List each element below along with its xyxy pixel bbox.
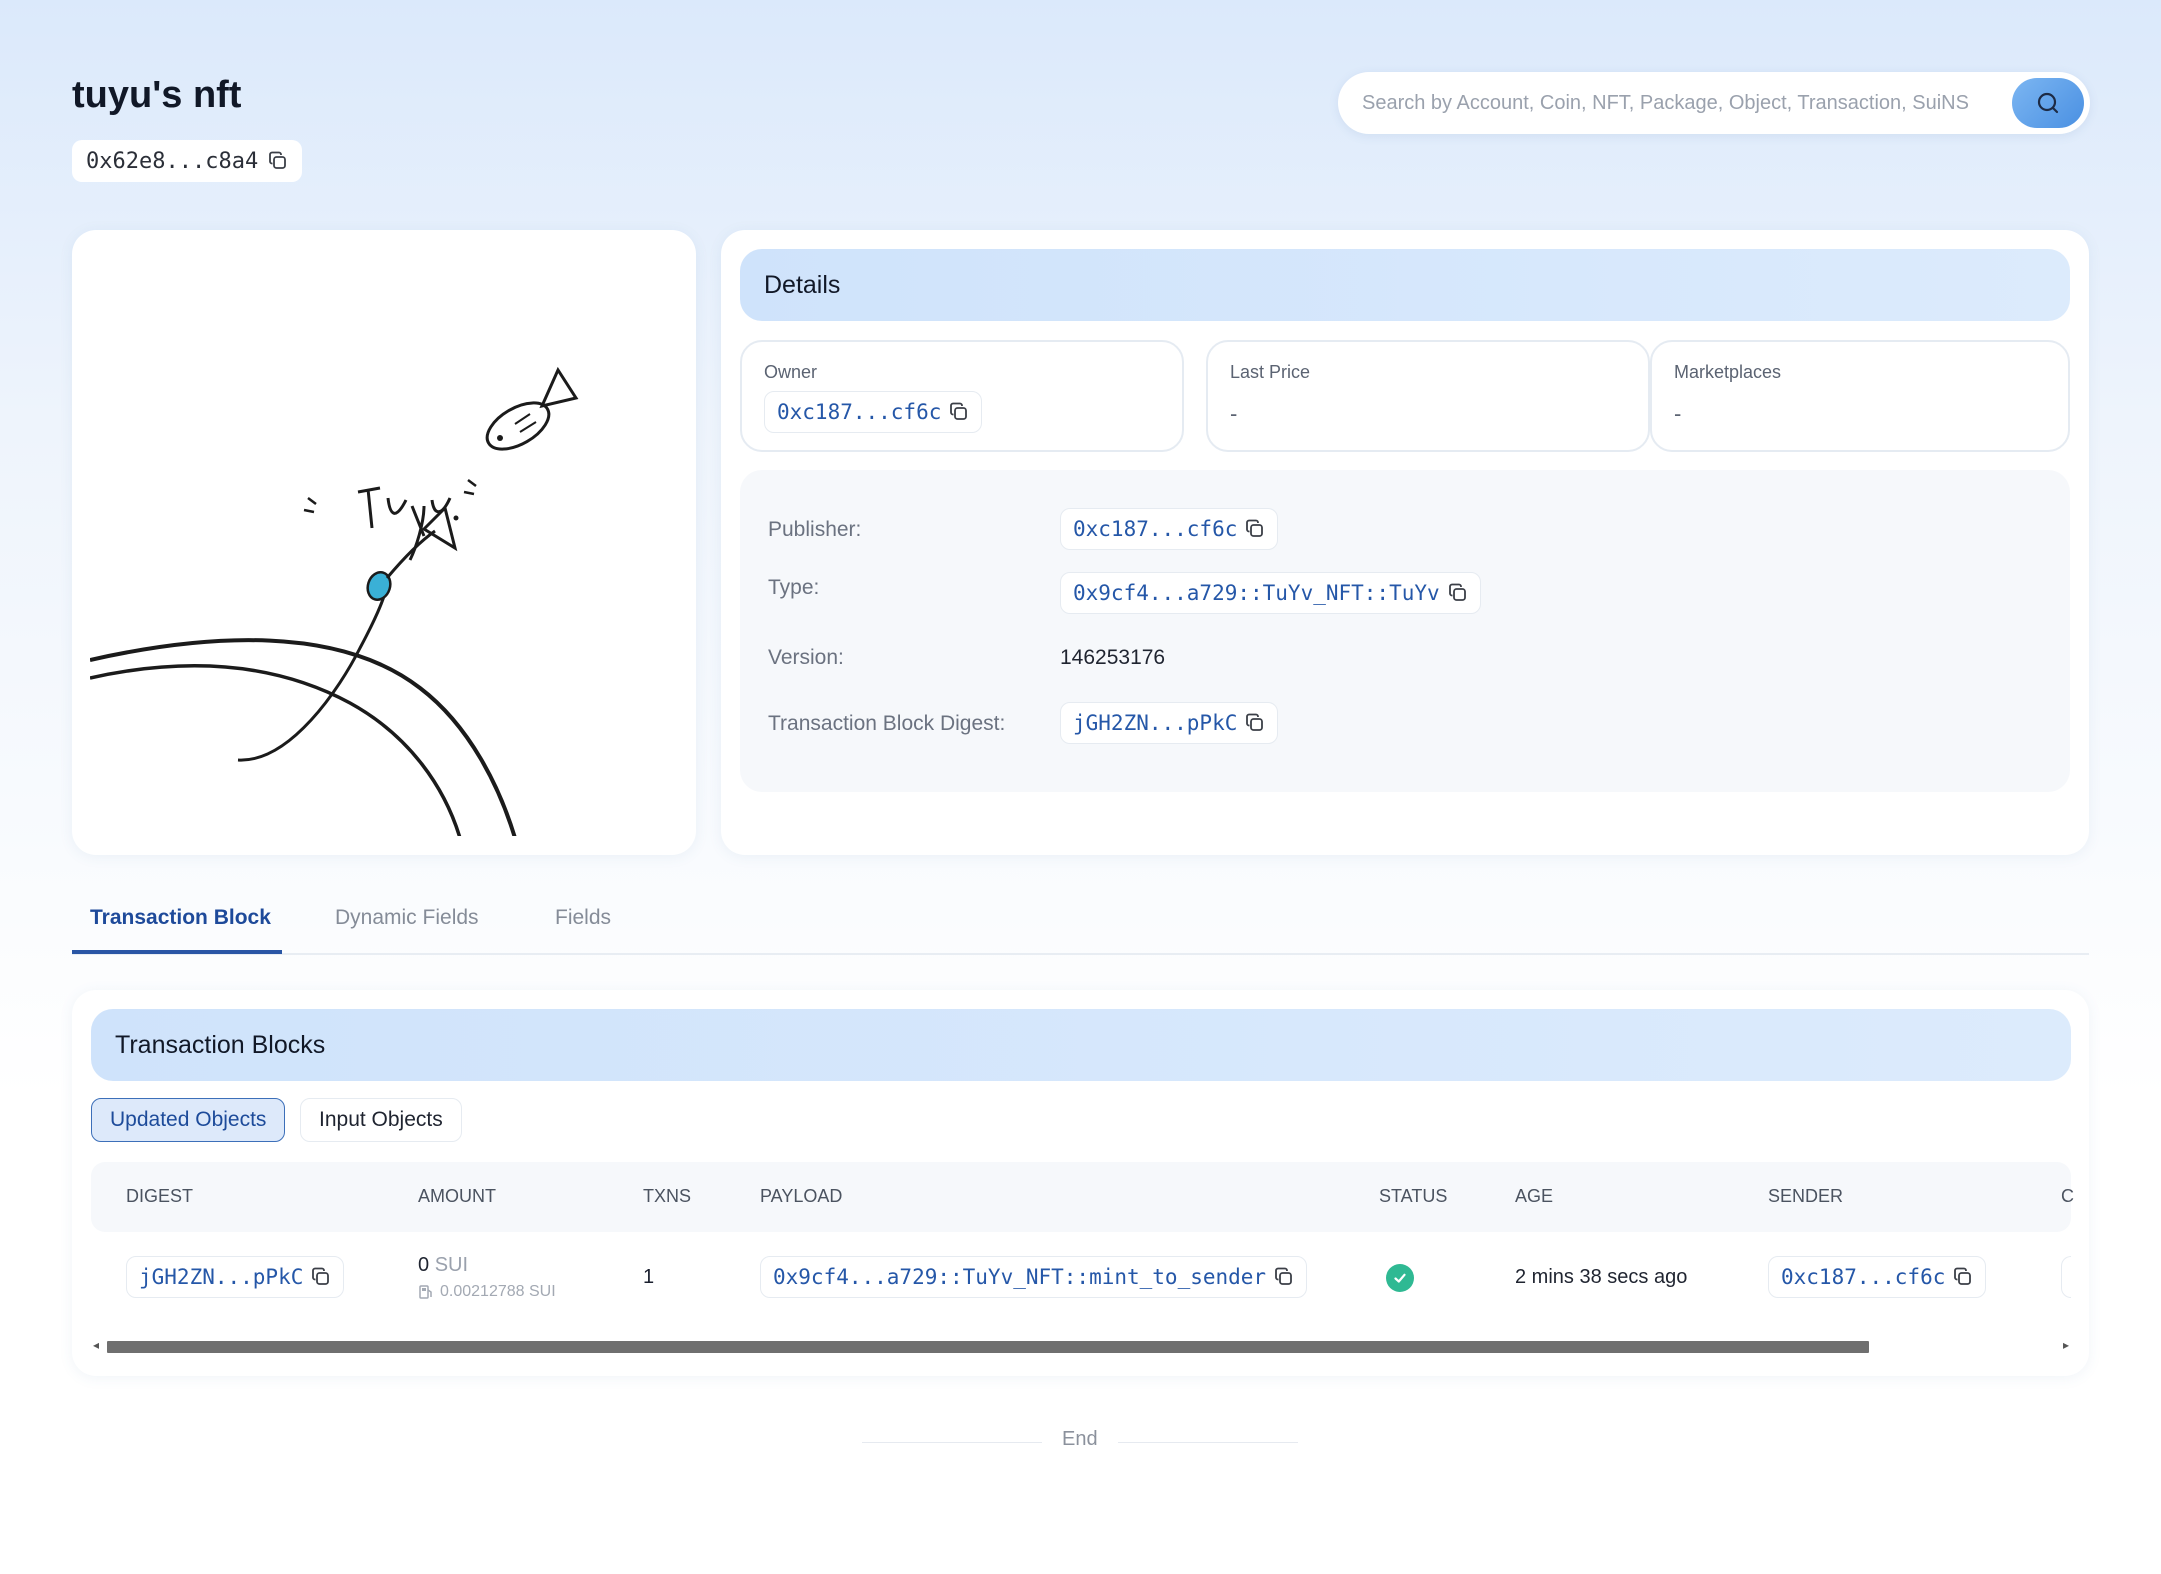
active-tab-indicator: [72, 950, 282, 954]
column-header-payload: PAYLOAD: [760, 1186, 843, 1206]
column-header-txns: TXNS: [643, 1186, 692, 1206]
row-gas: 0.00212788 SUI: [440, 1283, 556, 1300]
last-price-value: -: [1230, 401, 1238, 426]
type-value: 0x9cf4...a729::TuYv_NFT::TuYv: [1073, 581, 1440, 605]
marketplaces-stat: Marketplaces -: [1650, 340, 2070, 452]
tab-transaction-block[interactable]: Transaction Block: [90, 906, 271, 930]
publisher-label: Publisher:: [768, 518, 862, 541]
truncated-cell: [2061, 1256, 2071, 1298]
table-row: jGH2ZN...pPkC 0 SUI 0.00212788 SUI 1 0x9…: [91, 1250, 2071, 1310]
input-objects-button[interactable]: Input Objects: [300, 1098, 462, 1142]
updated-objects-button[interactable]: Updated Objects: [91, 1098, 286, 1142]
page-title: tuyu's nft: [72, 74, 242, 116]
marketplaces-value: -: [1674, 401, 1682, 426]
copy-icon[interactable]: [1953, 1267, 1973, 1287]
owner-stat: Owner 0xc187...cf6c: [740, 340, 1184, 452]
tab-fields[interactable]: Fields: [555, 906, 611, 930]
owner-address: 0xc187...cf6c: [777, 400, 942, 424]
column-header-truncated: C: [2061, 1186, 2074, 1206]
nft-image[interactable]: [90, 248, 678, 836]
end-label: End: [1062, 1428, 1098, 1450]
row-sender-chip[interactable]: 0xc187...cf6c: [1768, 1256, 1987, 1298]
copy-icon[interactable]: [1448, 583, 1468, 603]
search-input[interactable]: [1362, 91, 2012, 115]
row-payload-chip[interactable]: 0x9cf4...a729::TuYv_NFT::mint_to_sender: [760, 1256, 1308, 1298]
version-label: Version:: [768, 646, 844, 669]
search-button[interactable]: [2012, 78, 2084, 128]
last-price-label: Last Price: [1230, 362, 1311, 382]
scrollbar-thumb[interactable]: [107, 1341, 1869, 1353]
tab-bar: Transaction Block Dynamic Fields Fields: [72, 900, 2089, 955]
row-sender: 0xc187...cf6c: [1781, 1265, 1946, 1289]
tab-dynamic-fields[interactable]: Dynamic Fields: [335, 906, 479, 930]
object-address: 0x62e8...c8a4: [86, 148, 259, 174]
copy-icon[interactable]: [949, 402, 969, 422]
column-header-status: STATUS: [1379, 1186, 1448, 1206]
success-status-icon: [1386, 1264, 1414, 1292]
end-divider-right: [1118, 1442, 1298, 1443]
copy-icon[interactable]: [1245, 713, 1265, 733]
column-header-amount: AMOUNT: [418, 1186, 496, 1206]
digest-value: jGH2ZN...pPkC: [1073, 711, 1238, 735]
transactions-card: Transaction Blocks Updated Objects Input…: [72, 990, 2089, 1376]
owner-address-chip[interactable]: 0xc187...cf6c: [764, 391, 983, 433]
copy-icon[interactable]: [1274, 1267, 1294, 1287]
marketplaces-label: Marketplaces: [1674, 362, 1782, 382]
column-header-digest: DIGEST: [126, 1186, 194, 1206]
gas-pump-icon: [419, 1285, 432, 1299]
publisher-address: 0xc187...cf6c: [1073, 517, 1238, 541]
last-price-stat: Last Price -: [1206, 340, 1650, 452]
nft-image-card: [72, 230, 696, 855]
row-digest-chip[interactable]: jGH2ZN...pPkC: [126, 1256, 345, 1298]
object-info-box: Publisher: 0xc187...cf6c Type: 0x9cf4...…: [740, 470, 2070, 792]
horizontal-scrollbar[interactable]: ◂ ▸: [91, 1338, 2071, 1354]
scroll-right-icon[interactable]: ▸: [2063, 1338, 2069, 1352]
row-age: 2 mins 38 secs ago: [1515, 1266, 1688, 1288]
table-header: DIGEST AMOUNT TXNS PAYLOAD STATUS AGE SE…: [91, 1162, 2074, 1232]
copy-icon[interactable]: [1245, 519, 1265, 539]
row-amount-value: 0: [418, 1254, 430, 1276]
search-icon: [2037, 92, 2059, 114]
column-header-age: AGE: [1515, 1186, 1554, 1206]
row-digest: jGH2ZN...pPkC: [139, 1265, 304, 1289]
copy-icon[interactable]: [311, 1267, 331, 1287]
row-amount-unit: SUI: [434, 1254, 469, 1276]
row-payload: 0x9cf4...a729::TuYv_NFT::mint_to_sender: [773, 1265, 1267, 1289]
object-address-chip[interactable]: 0x62e8...c8a4: [72, 140, 303, 182]
scroll-left-icon[interactable]: ◂: [93, 1338, 99, 1352]
column-header-sender: SENDER: [1768, 1186, 1844, 1206]
version-value: 146253176: [1060, 646, 1166, 669]
details-heading: Details: [740, 249, 2070, 321]
search-bar: [1338, 72, 2090, 134]
publisher-address-chip[interactable]: 0xc187...cf6c: [1060, 508, 1279, 550]
row-amount: 0 SUI 0.00212788 SUI: [418, 1254, 556, 1301]
details-card: Details Owner 0xc187...cf6c Last Price -…: [721, 230, 2089, 855]
type-label: Type:: [768, 576, 820, 599]
digest-chip[interactable]: jGH2ZN...pPkC: [1060, 702, 1279, 744]
owner-label: Owner: [764, 362, 818, 382]
copy-icon[interactable]: [268, 151, 288, 171]
type-chip[interactable]: 0x9cf4...a729::TuYv_NFT::TuYv: [1060, 572, 1481, 614]
transactions-heading: Transaction Blocks: [91, 1009, 2071, 1081]
row-txns: 1: [643, 1266, 655, 1288]
end-divider-left: [862, 1442, 1042, 1443]
checkmark-icon: [1394, 1273, 1406, 1283]
digest-label: Transaction Block Digest:: [768, 712, 1006, 735]
